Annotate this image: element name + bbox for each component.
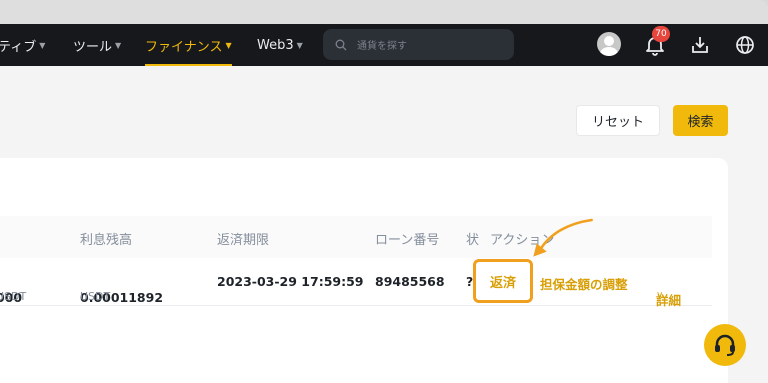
headset-icon — [715, 334, 735, 356]
search-input[interactable]: 通貨を探す — [323, 29, 514, 60]
cell-loan-number: 89485568 — [375, 274, 445, 289]
search-placeholder: 通貨を探す — [357, 41, 407, 52]
page-frame: ティブ ▼ ツール ▼ ファイナンス ▼ Web3 ▼ 通貨を探す 70 リセッ… — [0, 0, 768, 383]
nav-item-finance[interactable]: ファイナンス ▼ — [145, 24, 232, 66]
top-strip — [0, 0, 768, 24]
reset-button[interactable]: リセット — [576, 105, 660, 136]
repay-button[interactable]: 返済 — [473, 259, 533, 303]
header-due-date: 返済期限 — [217, 233, 270, 248]
chevron-down-icon: ∨ — [656, 290, 664, 301]
nav-item-derivatives[interactable]: ティブ ▼ — [0, 24, 45, 66]
search-button[interactable]: 検索 — [673, 105, 728, 136]
header-status: 状 — [466, 233, 480, 248]
nav-item-tools[interactable]: ツール ▼ — [73, 24, 121, 66]
nav-item-web3[interactable]: Web3 ▼ — [257, 24, 303, 66]
cell-due-date: 2023-03-29 17:59:59 — [217, 274, 364, 289]
nav-item-label: ファイナンス — [145, 39, 223, 55]
callout-arrow — [533, 218, 593, 257]
avatar[interactable] — [597, 32, 621, 56]
globe-icon[interactable] — [735, 35, 755, 55]
nav-item-label: ツール — [73, 39, 113, 55]
top-nav: ティブ ▼ ツール ▼ ファイナンス ▼ Web3 ▼ 通貨を探す 70 — [0, 24, 768, 66]
search-icon — [335, 39, 347, 50]
loan-table-card: 利息残高 返済期限 ローン番号 状 アクション 000 USDT 0.00011… — [0, 158, 728, 383]
header-loan-number: ローン番号 — [375, 233, 440, 248]
nav-item-label: Web3 — [257, 37, 294, 53]
download-icon[interactable] — [690, 35, 710, 55]
caret-down-icon: ▼ — [225, 40, 232, 50]
notification-badge: 70 — [652, 26, 670, 42]
caret-down-icon: ▼ — [115, 40, 122, 50]
table-row: 000 USDT 0.00011892 USDT 2023-03-29 17:5… — [0, 258, 712, 308]
support-chat-button[interactable] — [704, 324, 746, 366]
nav-item-label: ティブ — [0, 39, 37, 55]
caret-down-icon: ▼ — [39, 40, 46, 50]
adjust-collateral-link[interactable]: 担保金額の調整 — [540, 274, 628, 293]
caret-down-icon: ▼ — [296, 40, 303, 50]
header-interest-balance: 利息残高 — [80, 233, 133, 248]
